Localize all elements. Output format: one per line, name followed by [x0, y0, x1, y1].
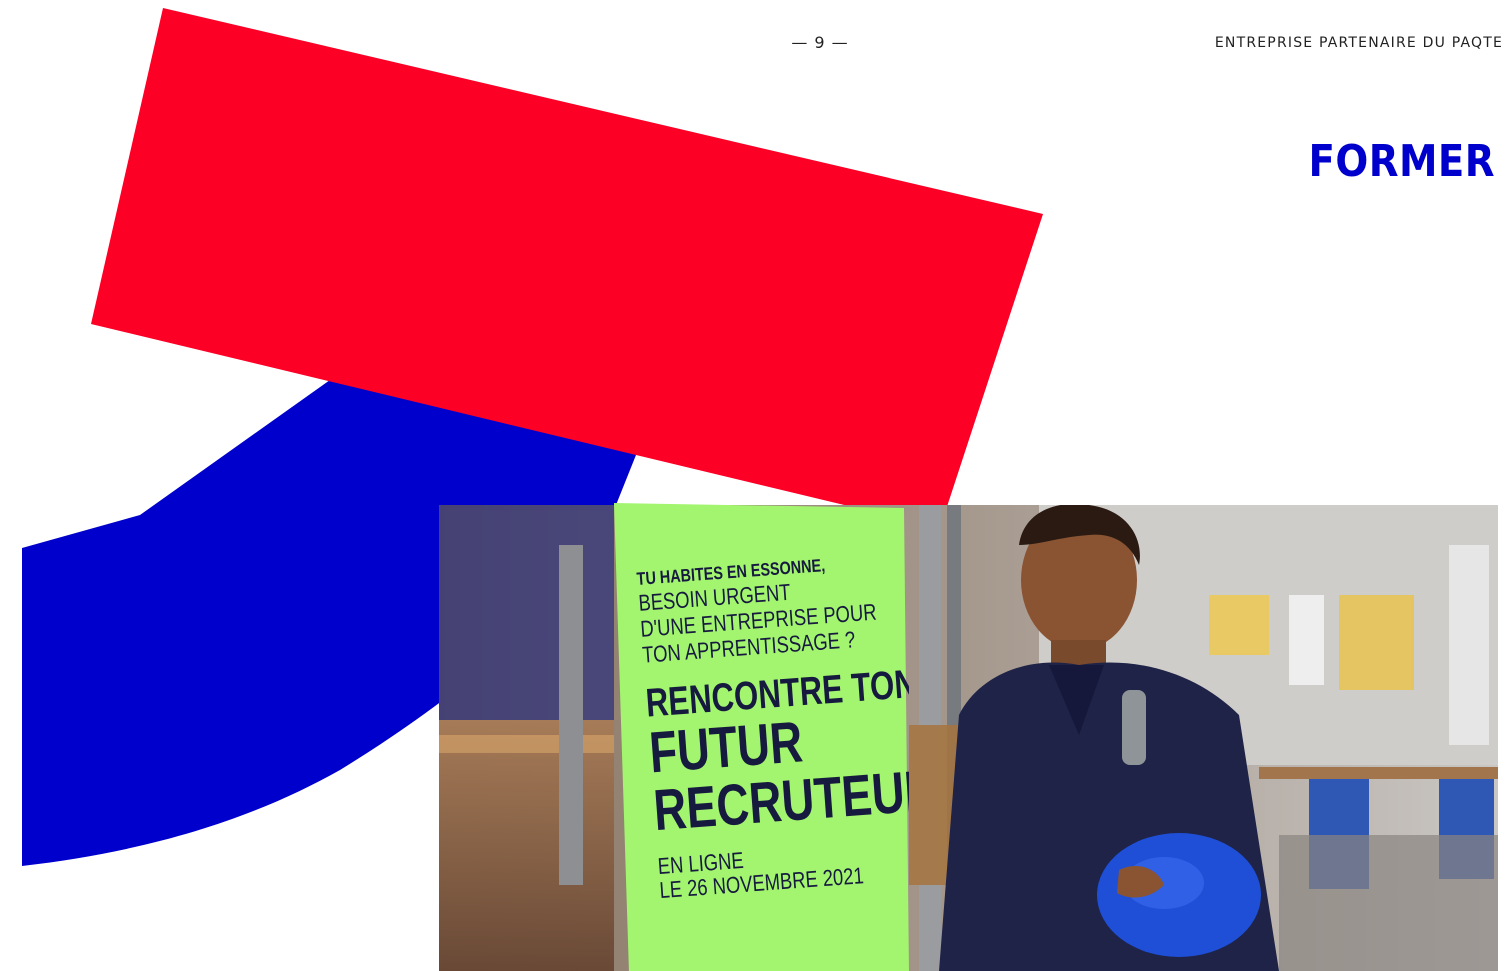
workshop-photo — [439, 505, 1498, 971]
page-number: — 9 — — [791, 33, 849, 52]
poster-headline-big: RECRUTEUR — [651, 757, 909, 844]
running-header: ENTREPRISE PARTENAIRE DU PAQTE — [1214, 35, 1503, 51]
section-title: FORMER — [1308, 136, 1495, 187]
document-page: — 9 — ENTREPRISE PARTENAIRE DU PAQTE FOR… — [0, 0, 1507, 971]
poster-text: TU HABITES EN ESSONNE, BESOIN URGENT D'U… — [636, 549, 909, 903]
event-poster: TU HABITES EN ESSONNE, BESOIN URGENT D'U… — [614, 503, 909, 971]
